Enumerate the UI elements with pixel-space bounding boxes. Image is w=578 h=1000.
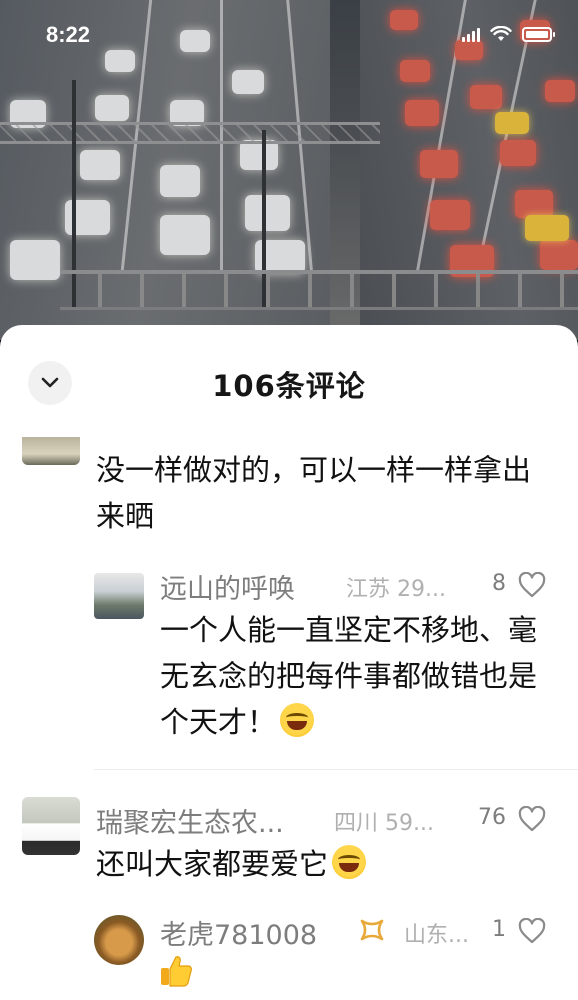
comments-sheet: 106条评论 没一样做对的，可以一样一样拿出来晒 远山的呼唤 江苏 29... … [0,325,578,1000]
laughing-tears-emoji [332,845,367,879]
divider [94,769,578,770]
cellular-signal-icon [462,26,480,42]
avatar[interactable] [22,437,80,465]
car [160,215,210,255]
car [232,70,264,94]
pedestrian-bridge [60,270,578,310]
status-time: 8:22 [46,22,91,47]
comment-location: 山东... [404,923,469,948]
heart-outline-icon[interactable] [518,806,546,832]
status-icons [462,26,555,42]
heart-outline-icon[interactable] [518,918,546,944]
battery-icon [522,26,555,42]
car [95,95,129,121]
wifi-icon [490,26,512,41]
comment-location: 江苏 29... [346,577,446,602]
avatar[interactable] [22,797,80,855]
comment-text: 一个人能一直坚定不移地、毫无玄念的把每件事都做错也是个天才！ [160,613,538,739]
like-count: 8 [492,571,506,596]
car [500,140,536,166]
comment-location: 四川 59... [334,811,434,836]
car [160,165,200,197]
car [430,200,470,230]
avatar[interactable] [94,915,144,965]
car [540,240,578,270]
car [240,140,278,170]
comments-count-title: 106条评论 [212,369,366,403]
car [420,150,458,178]
comment-text: 没一样做对的，可以一样一样拿出来晒 [96,453,532,533]
car [245,195,290,231]
car [80,150,120,180]
comment-text: 还叫大家都要爱它 [96,841,546,887]
ribbon-badge-icon [360,919,384,941]
status-bar: 8:22 [0,0,578,70]
car [405,100,439,126]
like-count: 76 [478,805,506,830]
thumbs-up-emoji [161,956,192,987]
car [10,240,60,280]
car [470,85,502,109]
car [495,112,529,134]
car [515,190,553,218]
commenter-name[interactable]: 瑞聚宏生态农... [96,801,284,840]
laughing-tears-emoji [280,703,315,737]
car [525,215,569,241]
car [545,80,575,102]
commenter-name[interactable]: 老虎781008 [160,913,317,952]
commenter-name[interactable]: 远山的呼唤 [160,567,295,606]
heart-outline-icon[interactable] [518,572,546,598]
avatar[interactable] [94,573,144,619]
like-count: 1 [492,917,506,942]
overhead-gantry [0,122,380,144]
